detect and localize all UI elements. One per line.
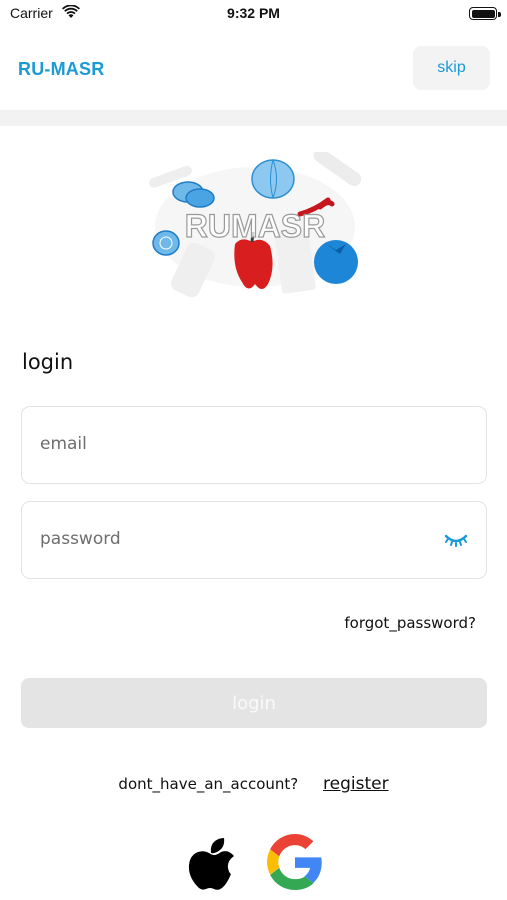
register-row: dont_have_an_account? register	[0, 774, 507, 794]
forgot-password-link[interactable]: forgot_password?	[344, 614, 476, 632]
app-logo: RUMASR	[149, 152, 362, 298]
logo-text: RUMASR	[185, 208, 325, 244]
apple-icon[interactable]	[186, 834, 242, 892]
clock: 9:32 PM	[227, 5, 280, 21]
status-bar: Carrier 9:32 PM	[0, 0, 507, 28]
password-placeholder: password	[40, 529, 121, 549]
skip-button[interactable]: skip	[413, 46, 490, 90]
register-link[interactable]: register	[323, 774, 389, 794]
no-account-text: dont_have_an_account?	[118, 775, 299, 793]
brand-title: RU-MASR	[18, 59, 105, 79]
eye-closed-icon[interactable]	[444, 532, 468, 548]
password-field[interactable]: password	[21, 501, 487, 579]
header-divider	[0, 110, 507, 126]
login-button[interactable]: login	[21, 678, 487, 728]
app-header: RU-MASR skip	[0, 46, 507, 92]
login-title: login	[22, 350, 74, 374]
email-field[interactable]: email	[21, 406, 487, 484]
email-placeholder: email	[40, 434, 87, 454]
battery-icon	[469, 7, 501, 20]
google-icon[interactable]	[267, 834, 323, 890]
